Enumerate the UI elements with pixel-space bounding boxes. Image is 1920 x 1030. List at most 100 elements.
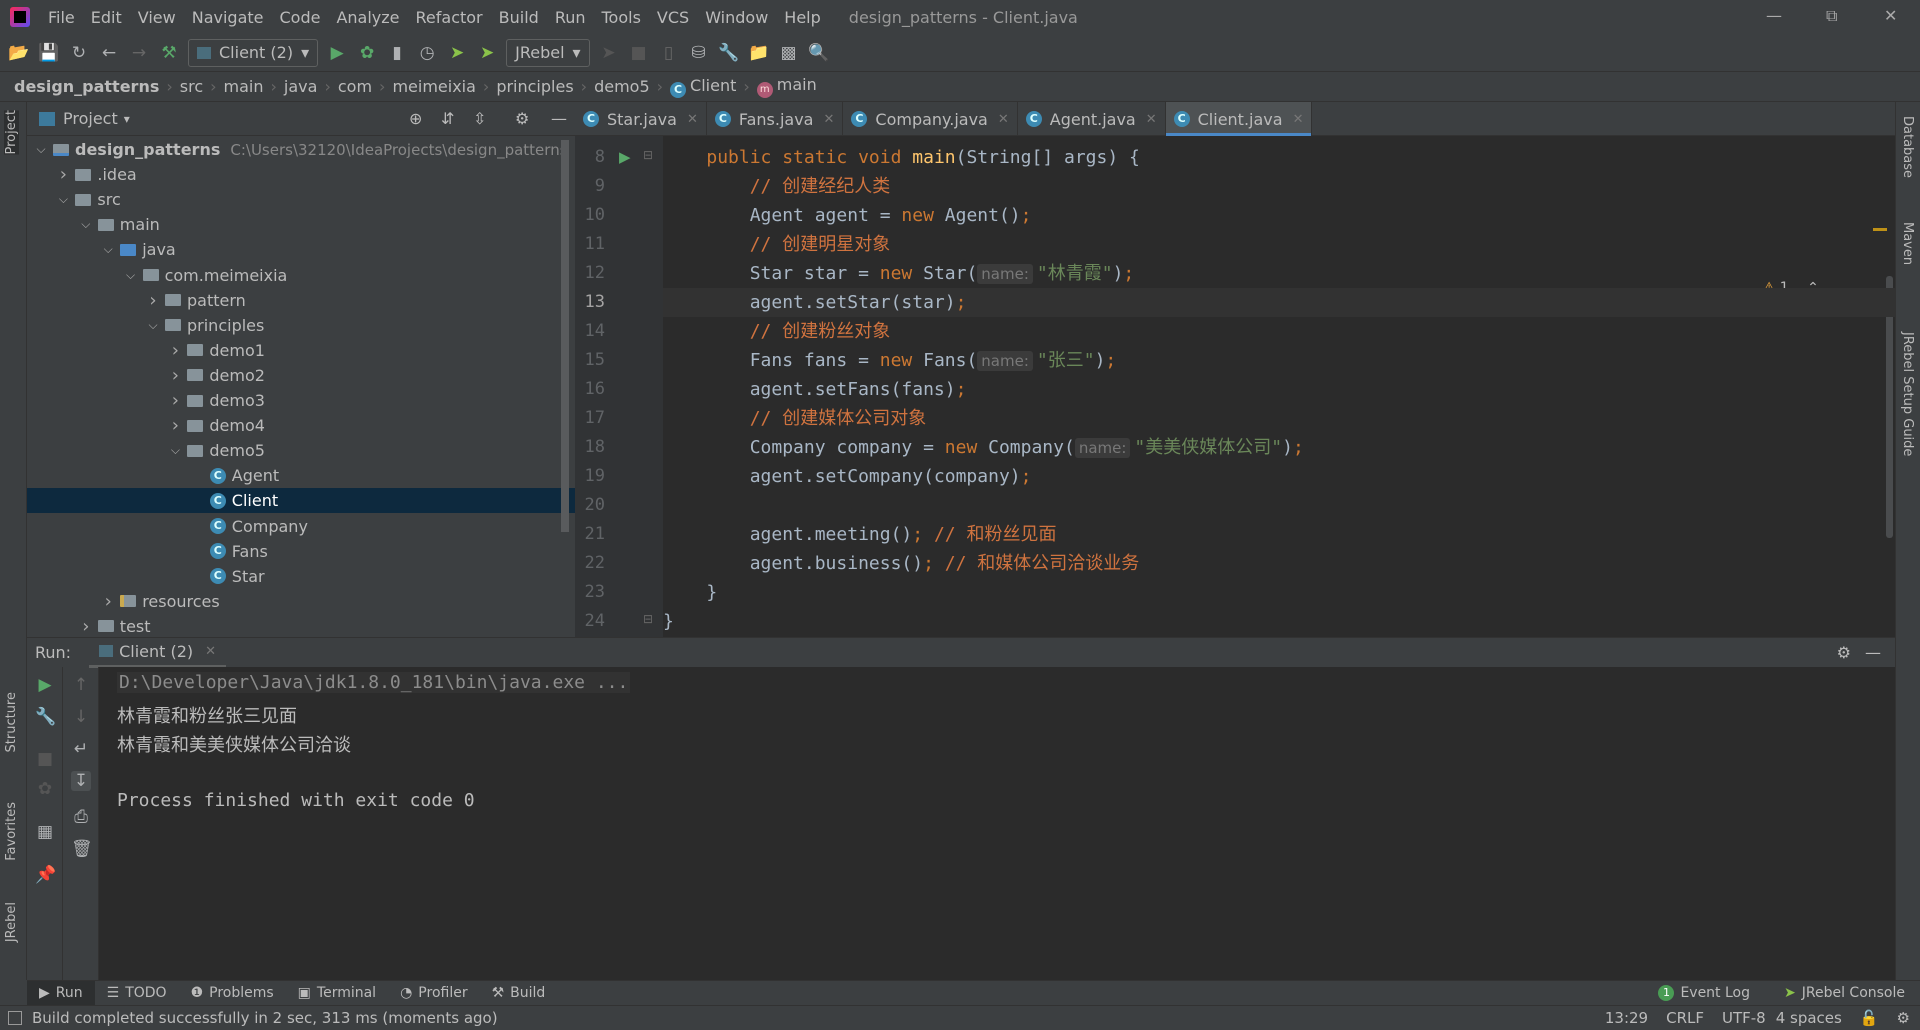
- database-tool-button[interactable]: Database: [1900, 116, 1915, 178]
- tab-agent-java[interactable]: C Agent.java ✕: [1018, 102, 1166, 136]
- tree-item-client[interactable]: C Client: [27, 488, 575, 514]
- restore-button[interactable]: ⧉: [1826, 6, 1837, 26]
- tree-item-principles[interactable]: ⌵ principles: [27, 313, 575, 338]
- coverage-icon[interactable]: ▮: [386, 42, 408, 64]
- chevron-down-icon[interactable]: ⌵: [100, 242, 116, 257]
- run-console[interactable]: D:\Developer\Java\jdk1.8.0_181\bin\java.…: [99, 667, 1895, 980]
- print-icon[interactable]: ⎙: [71, 807, 91, 827]
- tree-item-main[interactable]: ⌵ main: [27, 212, 575, 237]
- menu-tools[interactable]: Tools: [594, 8, 649, 27]
- jrebel-setup-guide-button[interactable]: JRebel Setup Guide: [1900, 332, 1915, 456]
- breadcrumb-item[interactable]: m main: [756, 75, 817, 98]
- chevron-down-icon[interactable]: ⌵: [123, 268, 139, 283]
- wrench-icon[interactable]: 🔧: [35, 707, 56, 727]
- close-icon[interactable]: ✕: [687, 112, 698, 127]
- device-icon[interactable]: ▯: [658, 42, 680, 64]
- status-message[interactable]: Build completed successfully in 2 sec, 3…: [32, 1009, 498, 1027]
- close-icon[interactable]: ✕: [1146, 112, 1157, 127]
- search-icon[interactable]: 🔍: [808, 42, 830, 64]
- maven-tool-button[interactable]: Maven: [1900, 222, 1915, 265]
- terminal-window-icon[interactable]: ▩: [778, 42, 800, 64]
- tree-item-com-meimeixia[interactable]: ⌵ com.meimeixia: [27, 263, 575, 288]
- menu-vcs[interactable]: VCS: [649, 8, 697, 27]
- fold-icon[interactable]: ⊟: [643, 612, 653, 626]
- rerun-icon[interactable]: ▶: [35, 675, 55, 695]
- sync-icon[interactable]: ↻: [68, 42, 90, 64]
- open-folder-icon[interactable]: 📂: [8, 42, 30, 64]
- chevron-down-icon[interactable]: ⌵: [55, 192, 71, 207]
- chevron-down-icon[interactable]: ▾: [124, 112, 130, 126]
- tree-item-fans[interactable]: C Fans: [27, 539, 575, 564]
- breadcrumb-item[interactable]: C Client: [670, 76, 736, 98]
- tree-item-resources[interactable]: › resources: [27, 589, 575, 614]
- tool-button-build[interactable]: ⚒ Build: [480, 981, 558, 1006]
- settings-wrench-icon[interactable]: 🔧: [718, 42, 740, 64]
- expand-all-icon[interactable]: ⇵: [441, 109, 454, 128]
- unlock-icon[interactable]: 🔓: [1860, 1009, 1879, 1027]
- menu-refactor[interactable]: Refactor: [408, 8, 491, 27]
- gear-icon[interactable]: ⚙: [1837, 643, 1851, 662]
- hide-icon[interactable]: —: [1865, 643, 1881, 662]
- tab-star-java[interactable]: C Star.java ✕: [575, 102, 707, 136]
- chevron-down-icon[interactable]: ⌵: [145, 318, 161, 333]
- debug-icon[interactable]: ✿: [356, 42, 378, 64]
- tree-item-design-patterns[interactable]: ⌵ design_patterns C:\Users\32120\IdeaProje…: [27, 137, 575, 162]
- jrebel-tool-button[interactable]: JRebel: [4, 902, 19, 942]
- menu-edit[interactable]: Edit: [83, 8, 130, 27]
- locate-icon[interactable]: ⊕: [409, 109, 422, 128]
- breadcrumb-item[interactable]: design_patterns: [14, 77, 159, 96]
- build-hammer-icon[interactable]: ⚒: [158, 42, 180, 64]
- menu-build[interactable]: Build: [491, 8, 547, 27]
- tree-item-demo3[interactable]: › demo3: [27, 388, 575, 413]
- jrebel-select[interactable]: JRebel ▾: [506, 38, 590, 67]
- up-arrow-icon[interactable]: ↑: [71, 675, 91, 695]
- tool-button-profiler[interactable]: ◔ Profiler: [388, 981, 480, 1006]
- chevron-down-icon[interactable]: ⌵: [33, 142, 49, 157]
- close-icon[interactable]: ✕: [205, 644, 216, 659]
- breadcrumb-item[interactable]: principles: [496, 77, 573, 96]
- file-encoding[interactable]: UTF-8: [1722, 1009, 1766, 1027]
- breadcrumb-item[interactable]: java: [284, 77, 318, 96]
- jrebel-debug-icon[interactable]: ➤: [476, 42, 498, 64]
- breadcrumb-item[interactable]: demo5: [594, 77, 650, 96]
- inspector-settings-icon[interactable]: ⚙: [1897, 1009, 1910, 1027]
- collapse-all-icon[interactable]: ⇳: [473, 109, 486, 128]
- chevron-right-icon[interactable]: ›: [167, 365, 183, 386]
- gear-icon[interactable]: ⚙: [515, 109, 529, 128]
- close-window-button[interactable]: ✕: [1884, 6, 1897, 25]
- warning-stripe-marker[interactable]: [1873, 228, 1887, 231]
- structure-tool-button[interactable]: Structure: [4, 692, 19, 752]
- down-arrow-icon[interactable]: ↓: [71, 707, 91, 727]
- project-structure-icon[interactable]: 📁: [748, 42, 770, 64]
- jrebel-console-button[interactable]: ➤ JRebel Console: [1784, 985, 1905, 1001]
- chevron-right-icon[interactable]: ›: [100, 591, 116, 612]
- fold-icon[interactable]: ⊟: [643, 148, 653, 162]
- menu-view[interactable]: View: [130, 8, 184, 27]
- breadcrumb-item[interactable]: com: [338, 77, 372, 96]
- tree-item-src[interactable]: ⌵ src: [27, 187, 575, 212]
- jrebel-run-icon[interactable]: ➤: [446, 42, 468, 64]
- tree-item-demo2[interactable]: › demo2: [27, 363, 575, 388]
- line-separator[interactable]: CRLF: [1666, 1009, 1704, 1027]
- chevron-right-icon[interactable]: ›: [55, 164, 71, 185]
- tab-fans-java[interactable]: C Fans.java ✕: [707, 102, 844, 136]
- save-icon[interactable]: 💾: [38, 42, 60, 64]
- menu-run[interactable]: Run: [547, 8, 594, 27]
- tree-item-java[interactable]: ⌵ java: [27, 237, 575, 262]
- tab-client-java[interactable]: C Client.java ✕: [1165, 102, 1313, 137]
- menu-help[interactable]: Help: [776, 8, 828, 27]
- chevron-down-icon[interactable]: ⌵: [167, 443, 183, 458]
- tree-item-agent[interactable]: C Agent: [27, 463, 575, 488]
- menu-code[interactable]: Code: [272, 8, 329, 27]
- favorites-tool-button[interactable]: Favorites: [4, 802, 19, 861]
- indent-setting[interactable]: 4 spaces: [1776, 1009, 1842, 1027]
- chevron-down-icon[interactable]: ⌵: [78, 217, 94, 232]
- forward-icon[interactable]: →: [128, 42, 150, 64]
- soft-wrap-icon[interactable]: ↵: [71, 739, 91, 759]
- project-tool-button[interactable]: Project: [4, 110, 19, 155]
- tree-item-star[interactable]: C Star: [27, 564, 575, 589]
- chevron-right-icon[interactable]: ›: [167, 390, 183, 411]
- caret-position[interactable]: 13:29: [1605, 1009, 1648, 1027]
- pin-icon[interactable]: 📌: [35, 865, 56, 885]
- trash-icon[interactable]: 🗑: [71, 839, 93, 859]
